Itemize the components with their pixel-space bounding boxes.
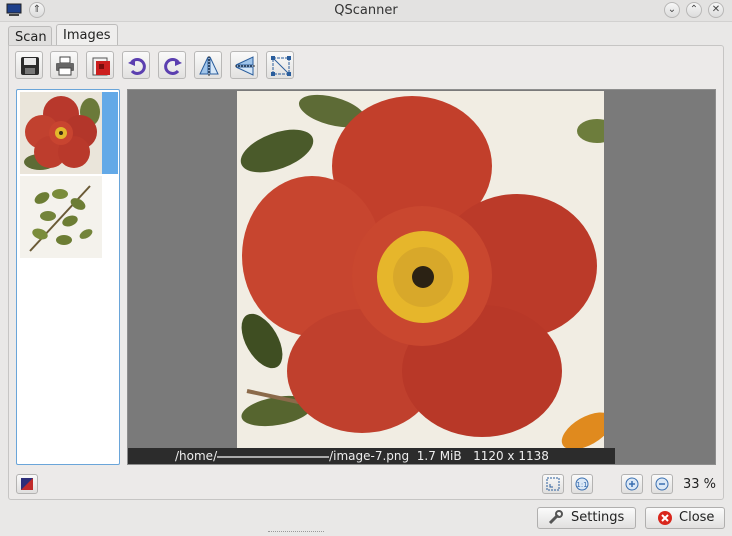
fit-to-window-button[interactable]	[542, 474, 564, 494]
file-size: 1.7 MiB	[416, 449, 462, 463]
actual-size-button[interactable]: 1:1	[571, 474, 593, 494]
close-icon: ✕	[711, 4, 721, 15]
flip-horizontal-button[interactable]	[194, 51, 222, 79]
thumbnail-item[interactable]	[20, 92, 118, 174]
chevron-up-icon: ⌃	[689, 4, 699, 15]
image-viewer[interactable]: /home/ /image-7.png 1.7 MiB 1120 x 1138	[127, 89, 716, 465]
window-title: QScanner	[334, 3, 398, 18]
settings-label: Settings	[571, 510, 625, 525]
print-icon	[56, 56, 74, 76]
crop-button[interactable]	[266, 51, 294, 79]
rotate-left-icon	[128, 58, 146, 75]
close-label: Close	[679, 510, 715, 525]
flip-vertical-button[interactable]	[230, 51, 258, 79]
tab-scan[interactable]: Scan	[8, 26, 52, 46]
maximize-button[interactable]: ⌃	[686, 2, 702, 18]
chevron-down-icon: ⌄	[667, 4, 677, 15]
zoom-original-icon: 1:1	[575, 477, 589, 491]
scanned-image	[237, 91, 604, 449]
tab-images[interactable]: Images	[56, 24, 118, 46]
color-mode-button[interactable]	[16, 474, 38, 494]
rotate-right-icon	[164, 58, 182, 75]
rose-image	[237, 91, 604, 449]
close-window-button[interactable]: ✕	[708, 2, 724, 18]
path-prefix: /home/	[175, 449, 218, 463]
zoom-in-button[interactable]	[621, 474, 643, 494]
rotate-left-button[interactable]	[122, 51, 150, 79]
fit-window-icon	[546, 477, 560, 491]
crop-icon	[271, 56, 291, 76]
leaves-thumbnail-image	[20, 176, 102, 258]
print-button[interactable]	[50, 51, 78, 79]
svg-text:1:1: 1:1	[576, 481, 587, 489]
rose-thumbnail-image	[20, 92, 102, 174]
image-dimensions: 1120 x 1138	[473, 449, 549, 463]
wrench-icon	[548, 510, 563, 525]
pdf-icon	[92, 57, 110, 76]
flip-vertical-icon	[235, 56, 255, 76]
zoom-out-icon	[655, 477, 669, 491]
zoom-out-button[interactable]	[651, 474, 673, 494]
save-button[interactable]	[15, 51, 43, 79]
resize-grip[interactable]	[268, 531, 324, 536]
settings-button[interactable]: Settings	[537, 507, 636, 529]
thumbnail-list[interactable]	[16, 89, 120, 465]
image-info-bar: /home/ /image-7.png 1.7 MiB 1120 x 1138	[128, 448, 615, 464]
path-suffix: /image-7.png	[329, 449, 410, 463]
save-icon	[21, 57, 39, 75]
thumbnail-item[interactable]	[20, 176, 118, 258]
zoom-in-icon	[625, 477, 639, 491]
redacted-path-segment	[217, 455, 330, 458]
rotate-right-button[interactable]	[158, 51, 186, 79]
close-button[interactable]: Close	[645, 507, 725, 529]
minimize-button[interactable]: ⌄	[664, 2, 680, 18]
title-bar: ⇑ QScanner ⌄ ⌃ ✕	[0, 0, 732, 22]
zoom-level-label: 33 %	[683, 477, 717, 492]
export-pdf-button[interactable]	[86, 51, 114, 79]
color-palette-icon	[21, 478, 33, 490]
close-circle-icon	[658, 511, 672, 525]
flip-horizontal-icon	[199, 56, 219, 76]
